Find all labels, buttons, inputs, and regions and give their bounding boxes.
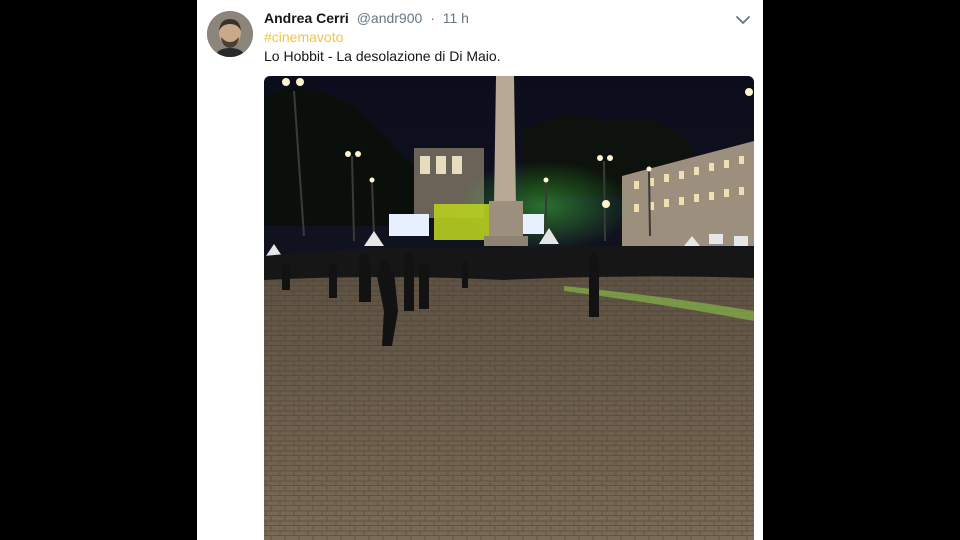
- tweet-photo[interactable]: [264, 76, 754, 540]
- hashtag-link[interactable]: #cinemavoto: [264, 28, 343, 46]
- header-separator: ·: [430, 10, 435, 26]
- chevron-down-icon[interactable]: [735, 13, 751, 25]
- author-handle[interactable]: @andr900: [357, 10, 423, 26]
- avatar[interactable]: [207, 11, 253, 57]
- tweet-header: Andrea Cerri @andr900 · 11 h: [264, 9, 469, 27]
- tweet-text: Lo Hobbit - La desolazione di Di Maio.: [264, 48, 501, 64]
- tweet-timestamp[interactable]: 11 h: [443, 10, 469, 26]
- author-display-name[interactable]: Andrea Cerri: [264, 10, 349, 26]
- tweet-card[interactable]: Andrea Cerri @andr900 · 11 h #cinemavoto…: [197, 0, 763, 540]
